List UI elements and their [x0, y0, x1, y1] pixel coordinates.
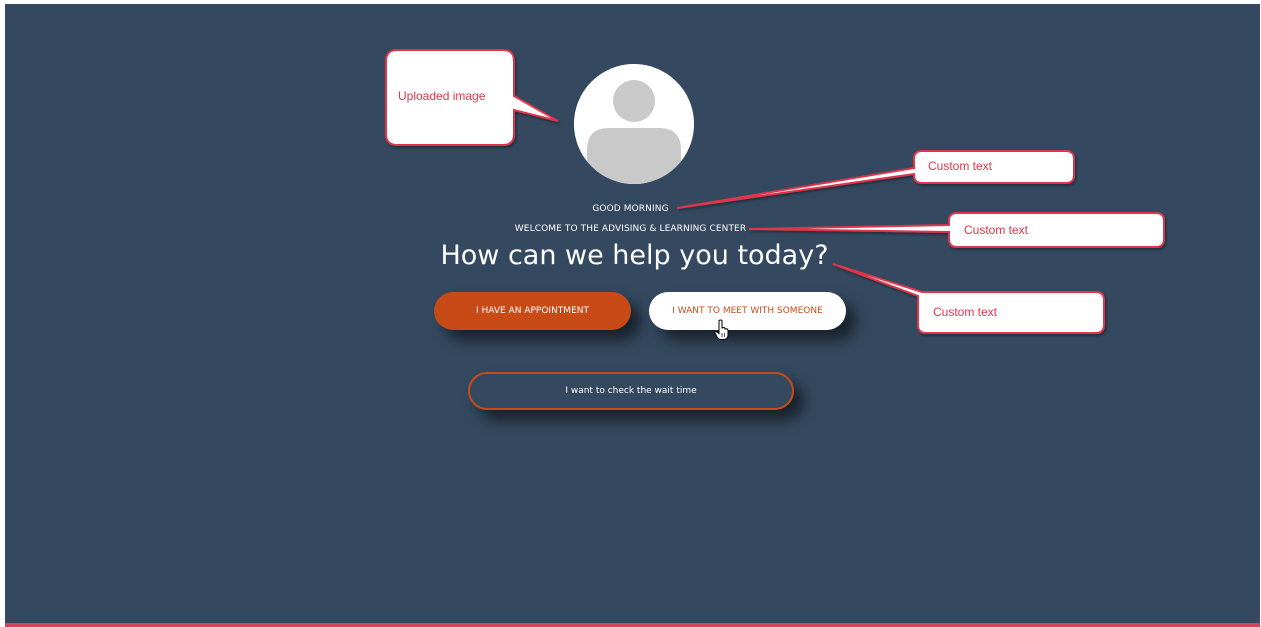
annotation-layer: [385, 49, 1165, 334]
custom-text-callout-1: [676, 150, 1075, 209]
custom-text-callout-label-2: Custom text: [964, 223, 1029, 237]
custom-text-callout-2: [748, 212, 1165, 248]
custom-text-callout-label-3: Custom text: [933, 305, 998, 319]
custom-text-callout-label-1: Custom text: [928, 159, 993, 173]
custom-text-callout-3: [832, 263, 1105, 334]
uploaded-image-callout-label: Uploaded image: [398, 89, 486, 103]
